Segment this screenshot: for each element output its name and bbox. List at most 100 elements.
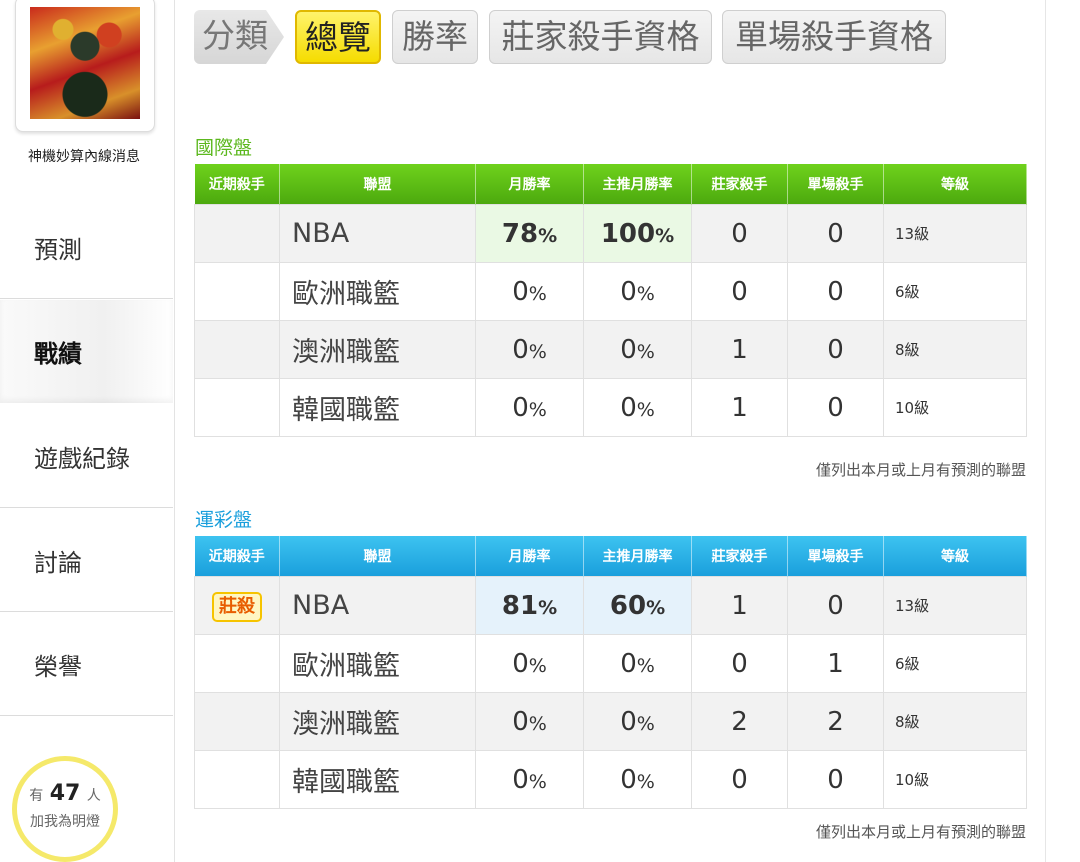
percent-sign: % (538, 596, 558, 619)
recent-killer-cell (194, 634, 280, 693)
percent-sign: % (538, 224, 558, 247)
level-cell: 6級 (883, 634, 1027, 693)
col-header: 莊家殺手 (691, 536, 788, 577)
single-killer-cell: 0 (787, 576, 884, 635)
recent-killer-cell (194, 692, 280, 751)
month-rate-value: 0 (512, 334, 529, 365)
main-rate-value: 100 (600, 218, 656, 249)
content-right-border (1045, 0, 1046, 862)
tab-win-rate[interactable]: 勝率 (392, 10, 478, 64)
month-rate-value: 0 (512, 648, 529, 679)
banker-killer-cell: 0 (691, 750, 788, 809)
main-rate-value: 0 (620, 706, 637, 737)
banker-killer-cell: 1 (691, 378, 788, 437)
tab-overview[interactable]: 總覽 (295, 10, 381, 64)
month-rate-cell: 0% (475, 692, 584, 751)
level-cell: 13級 (883, 204, 1027, 263)
category-label: 分類 (194, 10, 284, 64)
level-cell: 10級 (883, 750, 1027, 809)
main-rate-cell: 60% (583, 576, 692, 635)
level-cell: 6級 (883, 262, 1027, 321)
fans-count: 47 (49, 781, 81, 806)
sidebar-item-honor[interactable]: 榮譽 (0, 613, 173, 716)
league-cell[interactable]: NBA (279, 204, 476, 263)
sidebar-item-discussion[interactable]: 討論 (0, 509, 173, 612)
month-rate-value: 0 (512, 276, 529, 307)
sidebar-item-label: 遊戲紀錄 (34, 444, 130, 473)
avatar-image[interactable] (30, 7, 140, 119)
sidebar-item-prediction[interactable]: 預測 (0, 196, 173, 299)
percent-sign: % (636, 770, 655, 793)
month-rate-cell: 0% (475, 378, 584, 437)
main-rate-cell: 0% (583, 320, 692, 379)
banker-killer-cell: 0 (691, 204, 788, 263)
percent-sign: % (655, 224, 675, 247)
table-row: 韓國職籃 0% 0% 0 0 10級 (194, 750, 1027, 809)
single-killer-cell: 1 (787, 634, 884, 693)
banker-killer-cell: 0 (691, 262, 788, 321)
month-rate-value: 0 (512, 706, 529, 737)
sidebar-item-label: 榮譽 (34, 652, 82, 681)
month-rate-cell: 78% (475, 204, 584, 263)
col-header: 主推月勝率 (583, 536, 692, 577)
sports-lottery-note: 僅列出本月或上月有預測的聯盟 (815, 823, 1026, 841)
sidebar: 神機妙算內線消息 預測 戰績 遊戲紀錄 討論 榮譽 有 47 人 加我為明燈 (0, 0, 175, 862)
league-cell[interactable]: 澳洲職籃 (279, 692, 476, 751)
recent-killer-cell (194, 262, 280, 321)
league-cell[interactable]: NBA (279, 576, 476, 635)
international-table-body: NBA 78% 100% 0 0 13級 歐洲職籃 0% 0% 0 0 6級 澳洲職籃 0% 0% 1 0 8級韓… (194, 204, 1027, 437)
percent-sign: % (636, 398, 655, 421)
sidebar-item-game-history[interactable]: 遊戲紀錄 (0, 405, 173, 508)
tab-single-killer[interactable]: 單場殺手資格 (722, 10, 946, 64)
col-header: 月勝率 (475, 164, 584, 205)
percent-sign: % (528, 712, 547, 735)
month-rate-cell: 0% (475, 634, 584, 693)
percent-sign: % (636, 282, 655, 305)
col-header: 近期殺手 (194, 164, 280, 205)
sports-lottery-table: 近期殺手 聯盟 月勝率 主推月勝率 莊家殺手 單場殺手 等級 莊殺 NBA 81% 6… (194, 536, 1027, 809)
international-note: 僅列出本月或上月有預測的聯盟 (815, 461, 1026, 479)
main-rate-cell: 0% (583, 750, 692, 809)
follower-count-badge[interactable]: 有 47 人 加我為明燈 (12, 756, 118, 862)
league-cell[interactable]: 歐洲職籃 (279, 634, 476, 693)
level-cell: 13級 (883, 576, 1027, 635)
banker-killer-cell: 1 (691, 576, 788, 635)
percent-sign: % (636, 340, 655, 363)
level-cell: 8級 (883, 692, 1027, 751)
month-rate-value: 0 (512, 392, 529, 423)
fans-prefix: 有 (29, 788, 44, 804)
month-rate-value: 0 (512, 764, 529, 795)
main-rate-cell: 0% (583, 262, 692, 321)
league-cell[interactable]: 韓國職籃 (279, 750, 476, 809)
table-row: 莊殺 NBA 81% 60% 1 0 13級 (194, 576, 1027, 635)
recent-killer-cell (194, 378, 280, 437)
league-cell[interactable]: 歐洲職籃 (279, 262, 476, 321)
col-header: 單場殺手 (787, 536, 884, 577)
col-header: 聯盟 (279, 536, 476, 577)
table-row: 澳洲職籃 0% 0% 1 0 8級 (194, 320, 1027, 379)
col-header: 等級 (883, 164, 1027, 205)
avatar[interactable] (15, 0, 155, 132)
percent-sign: % (636, 712, 655, 735)
league-cell[interactable]: 澳洲職籃 (279, 320, 476, 379)
profile-name[interactable]: 神機妙算內線消息 (0, 146, 168, 166)
percent-sign: % (528, 654, 547, 677)
recent-killer-cell (194, 320, 280, 379)
single-killer-cell: 0 (787, 378, 884, 437)
section-title-sports-lottery: 運彩盤 (195, 509, 253, 531)
league-cell[interactable]: 韓國職籃 (279, 378, 476, 437)
tab-banker-killer[interactable]: 莊家殺手資格 (489, 10, 712, 64)
sports-lottery-table-body: 莊殺 NBA 81% 60% 1 0 13級 歐洲職籃 0% 0% 0 1 6級 澳洲職籃 0% 0% 2 2 8級… (194, 576, 1027, 809)
col-header: 主推月勝率 (583, 164, 692, 205)
percent-sign: % (528, 770, 547, 793)
single-killer-cell: 0 (787, 320, 884, 379)
main-rate-cell: 0% (583, 634, 692, 693)
recent-killer-cell (194, 750, 280, 809)
col-header: 近期殺手 (194, 536, 280, 577)
fans-suffix: 人 (86, 788, 101, 804)
month-rate-cell: 81% (475, 576, 584, 635)
table-row: 澳洲職籃 0% 0% 2 2 8級 (194, 692, 1027, 751)
fans-caption: 加我為明燈 (30, 814, 100, 830)
banker-killer-badge: 莊殺 (212, 592, 262, 622)
sidebar-item-record[interactable]: 戰績 (0, 300, 173, 403)
